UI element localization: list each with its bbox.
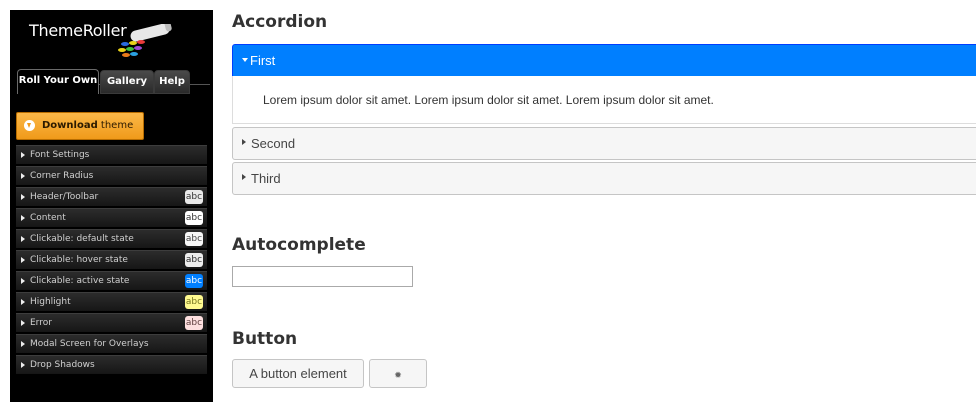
tab-help[interactable]: Help — [154, 70, 190, 94]
expand-arrow-icon — [21, 236, 25, 242]
swatch-header: abc — [185, 190, 203, 204]
section-modal-screen[interactable]: Modal Screen for Overlays — [16, 334, 207, 353]
triangle-right-icon — [242, 174, 246, 180]
button-element[interactable]: A button element — [232, 359, 364, 388]
section-error[interactable]: Error abc — [16, 313, 207, 332]
tab-gallery[interactable]: Gallery — [100, 70, 154, 94]
expand-arrow-icon — [21, 278, 25, 284]
accordion-panel-first: Lorem ipsum dolor sit amet. Lorem ipsum … — [232, 76, 976, 124]
autocomplete-heading: Autocomplete — [232, 235, 366, 255]
expand-arrow-icon — [21, 215, 25, 221]
icon-button[interactable]: ✹ — [369, 359, 427, 388]
accordion-header-second[interactable]: Second — [232, 127, 976, 160]
accordion-header-third[interactable]: Third — [232, 162, 976, 195]
expand-arrow-icon — [21, 299, 25, 305]
section-font-settings[interactable]: Font Settings — [16, 145, 207, 164]
expand-arrow-icon — [21, 173, 25, 179]
section-clickable-active[interactable]: Clickable: active state abc — [16, 271, 207, 290]
section-highlight[interactable]: Highlight abc — [16, 292, 207, 311]
swatch-active: abc — [185, 274, 203, 288]
section-clickable-default[interactable]: Clickable: default state abc — [16, 229, 207, 248]
gear-icon: ✹ — [394, 370, 402, 380]
accordion-panel-text: Lorem ipsum dolor sit amet. Lorem ipsum … — [263, 93, 714, 107]
expand-arrow-icon — [21, 152, 25, 158]
themeroller-panel: ThemeRoller Roll Your Own Gallery Help D… — [10, 10, 213, 402]
expand-arrow-icon — [21, 257, 25, 263]
accordion-header-first[interactable]: First — [232, 44, 976, 77]
expand-arrow-icon — [21, 362, 25, 368]
expand-arrow-icon — [21, 341, 25, 347]
triangle-down-icon — [242, 58, 248, 62]
accordion-header-label: Second — [251, 136, 296, 151]
autocomplete-input[interactable] — [232, 266, 413, 287]
section-clickable-hover[interactable]: Clickable: hover state abc — [16, 250, 207, 269]
swatch-content: abc — [185, 211, 203, 225]
accordion-header-label: Third — [251, 171, 281, 186]
expand-arrow-icon — [21, 320, 25, 326]
section-drop-shadows[interactable]: Drop Shadows — [16, 355, 207, 374]
swatch-hover: abc — [185, 253, 203, 267]
section-content[interactable]: Content abc — [16, 208, 207, 227]
themeroller-logo-text: ThemeRoller — [29, 21, 127, 40]
expand-arrow-icon — [21, 194, 25, 200]
download-theme-label: Download theme — [42, 120, 134, 131]
section-corner-radius[interactable]: Corner Radius — [16, 166, 207, 185]
download-theme-button[interactable]: Download theme — [16, 112, 144, 140]
swatch-highlight: abc — [185, 295, 203, 309]
section-header-toolbar[interactable]: Header/Toolbar abc — [16, 187, 207, 206]
accordion-header-label: First — [250, 53, 276, 68]
tab-roll-your-own[interactable]: Roll Your Own — [17, 69, 99, 94]
paint-roller-icon — [118, 24, 172, 57]
triangle-right-icon — [242, 139, 246, 145]
button-heading: Button — [232, 329, 298, 349]
panel-tabs: Roll Your Own Gallery Help — [17, 58, 210, 94]
accordion-heading: Accordion — [232, 12, 328, 32]
swatch-default: abc — [185, 232, 203, 246]
download-arrow-icon — [24, 120, 35, 131]
swatch-error: abc — [185, 316, 203, 330]
